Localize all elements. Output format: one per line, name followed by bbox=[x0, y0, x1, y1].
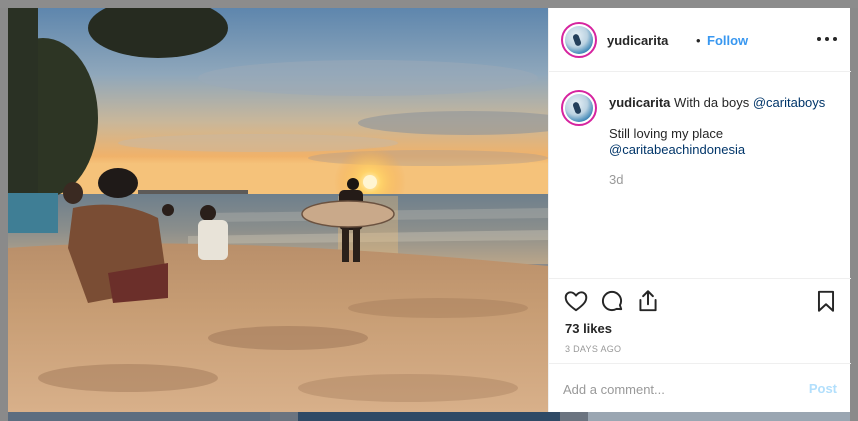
comment-bar: Post bbox=[549, 363, 851, 412]
post-header: yudicarita • Follow bbox=[549, 8, 851, 72]
caption-avatar[interactable] bbox=[561, 90, 597, 126]
caption-text: With da boys bbox=[674, 95, 750, 110]
likes-count[interactable]: 73 likes bbox=[565, 321, 612, 336]
share-icon[interactable] bbox=[635, 288, 661, 314]
comment-input[interactable] bbox=[563, 378, 783, 400]
caption-line-1: yudicarita With da boys @caritaboys bbox=[609, 95, 825, 111]
page-frame bbox=[0, 0, 858, 8]
mention-link-caritaboys[interactable]: @caritaboys bbox=[753, 95, 825, 110]
avatar-image bbox=[565, 26, 593, 54]
more-options-icon[interactable] bbox=[817, 26, 837, 50]
sunset-beach-photo bbox=[8, 8, 548, 412]
bookmark-icon[interactable] bbox=[813, 288, 839, 314]
post-side-panel: yudicarita • Follow yudicarita With da b… bbox=[548, 8, 851, 412]
caption-line-2: Still loving my place bbox=[609, 126, 724, 141]
post-date[interactable]: 3 DAYS AGO bbox=[565, 344, 621, 354]
mention-link-caritabeachindonesia[interactable]: @caritabeachindonesia bbox=[609, 142, 745, 158]
background-thumb bbox=[588, 412, 850, 421]
header-separator: • bbox=[696, 33, 701, 48]
caption-username[interactable]: yudicarita bbox=[609, 95, 670, 110]
caption-timestamp[interactable]: 3d bbox=[609, 172, 623, 188]
background-thumb bbox=[8, 412, 270, 421]
post-photo[interactable] bbox=[8, 8, 548, 412]
follow-button[interactable]: Follow bbox=[707, 33, 748, 48]
heart-icon[interactable] bbox=[563, 288, 589, 314]
post-comment-button[interactable]: Post bbox=[809, 381, 837, 396]
post-actions: 73 likes 3 DAYS AGO bbox=[549, 278, 851, 368]
avatar-image bbox=[565, 94, 593, 122]
comment-bubble-icon[interactable] bbox=[599, 288, 625, 314]
avatar[interactable] bbox=[561, 22, 597, 58]
background-thumb bbox=[298, 412, 560, 421]
header-username[interactable]: yudicarita bbox=[607, 33, 668, 48]
background-grid-strip bbox=[8, 412, 850, 421]
